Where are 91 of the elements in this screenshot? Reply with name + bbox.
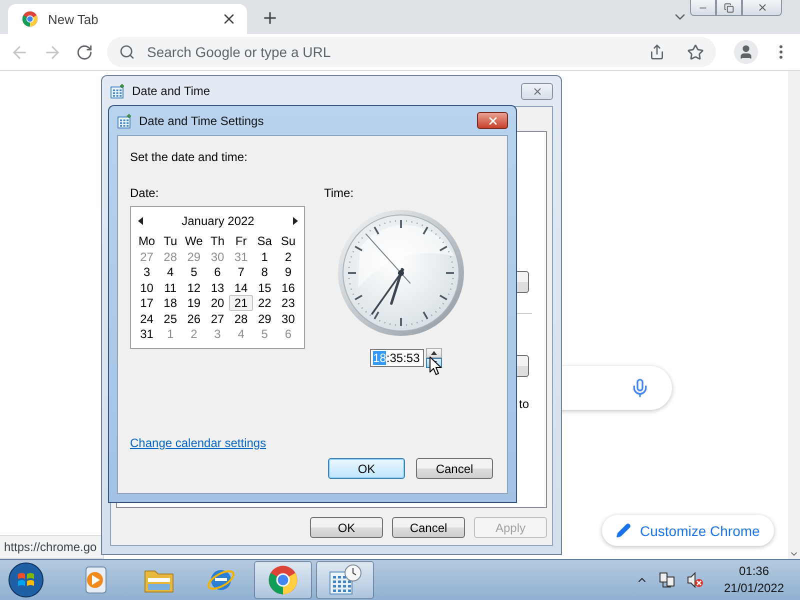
calendar-day[interactable]: 4 [158,264,182,280]
spin-up-button[interactable] [426,348,442,358]
calendar-day[interactable]: 12 [182,280,206,295]
reload-icon[interactable] [76,44,93,60]
dialog-button[interactable]: OK [310,517,383,538]
search-icon [119,44,135,60]
calendar-day[interactable]: 16 [276,280,300,295]
close-icon [532,86,542,96]
calendar-day[interactable]: 23 [276,295,300,310]
restore-button[interactable] [716,0,742,16]
up-arrow-icon [431,351,437,355]
customize-chrome-button[interactable]: Customize Chrome [602,515,774,546]
calendar-day[interactable]: 2 [276,248,300,264]
date-label: Date: [130,186,160,200]
profile-icon[interactable] [734,40,758,64]
weekday-label: Sa [256,233,273,248]
calendar-day[interactable]: 13 [206,280,230,295]
browser-tab[interactable]: New Tab [8,4,247,34]
dialog-button[interactable]: Cancel [416,458,493,479]
calendar-day[interactable]: 6 [206,264,230,280]
calendar-day[interactable]: 3 [135,264,159,280]
calendar-day[interactable]: 28 [229,310,253,326]
button[interactable] [517,271,529,293]
calendar-day[interactable]: 30 [276,310,300,326]
calendar-day[interactable]: 26 [182,310,206,326]
taskbar-button[interactable] [316,561,374,599]
weekday-label: Su [280,233,297,248]
mouse-pointer-icon [429,356,442,376]
calendar-day[interactable]: 5 [182,264,206,280]
new-tab-icon[interactable] [261,9,279,27]
label-text: to [518,397,529,411]
calendar-day[interactable]: 15 [252,280,276,295]
dialog-button[interactable]: OK [328,458,405,479]
calendar-day[interactable]: 22 [252,295,276,310]
close-icon [486,114,498,126]
restore-icon [724,2,734,12]
weekday-label: We [184,233,204,248]
calendar-day[interactable]: 31 [135,326,159,342]
pencil-icon [616,523,631,538]
weekday-label: Th [209,233,226,248]
calendar-day[interactable]: 14 [229,280,253,295]
taskbar-button[interactable] [254,561,312,599]
close-button[interactable] [742,0,782,16]
chrome-logo-icon [22,11,38,27]
time-label: Time: [324,186,355,200]
month-title[interactable]: January 2022 [182,214,254,228]
calendar-day[interactable]: 1 [252,248,276,264]
button[interactable] [517,355,529,377]
close-button[interactable] [477,112,508,129]
calendar-day[interactable]: 20 [206,295,230,310]
calendar-day[interactable]: 8 [252,264,276,280]
taskbar-clock[interactable]: 01:36 21/01/2022 [714,563,794,597]
calendar-day[interactable]: 29 [252,310,276,326]
window-title: Date and Time Settings [139,114,265,128]
calendar-day[interactable]: 9 [276,264,300,280]
calendar-clock-icon [328,564,362,596]
calendar-day[interactable]: 11 [158,280,182,295]
weekday-label: Fr [234,233,248,248]
calendar-day[interactable]: 19 [182,295,206,310]
clock-time: 01:36 [738,563,770,580]
instruction-text: Set the date and time: [130,150,248,164]
calendar-icon [117,112,133,128]
close-icon [756,2,768,13]
network-icon[interactable] [658,571,676,589]
next-month-icon[interactable] [292,217,298,225]
previous-month-icon[interactable] [138,217,143,225]
calendar-day[interactable]: 7 [229,264,253,280]
share-icon[interactable] [649,44,665,60]
chrome-logo-icon [268,565,298,595]
star-icon[interactable] [687,44,704,60]
start-button[interactable] [6,561,46,599]
calendar-day[interactable]: 21 [229,295,253,310]
clock-date: 21/01/2022 [724,580,784,597]
scrollbar[interactable] [788,71,800,559]
calendar-day[interactable]: 18 [158,295,182,310]
calendar-day[interactable]: 27 [206,310,230,326]
calendar-day[interactable]: 24 [135,310,159,326]
window-title: Date and Time [132,84,212,98]
address-field[interactable]: Search Google or type a URL [145,43,639,61]
calendar-day[interactable]: 10 [135,280,159,295]
status-url: https://chrome.go [0,535,104,559]
muted-speaker-icon[interactable] [686,571,704,589]
calendar-icon [110,83,126,99]
weekday-label: Mo [137,233,156,248]
time-field[interactable]: 18:35:53 [370,349,424,367]
calendar-day[interactable]: 25 [158,310,182,326]
address-bar[interactable]: Search Google or type a URL [107,37,716,67]
weekday-label: Tu [162,233,178,248]
calendar-day[interactable]: 17 [135,295,159,310]
change-calendar-settings-link[interactable]: Change calendar settings [130,436,266,450]
dialog-button[interactable]: Cancel [392,517,465,538]
